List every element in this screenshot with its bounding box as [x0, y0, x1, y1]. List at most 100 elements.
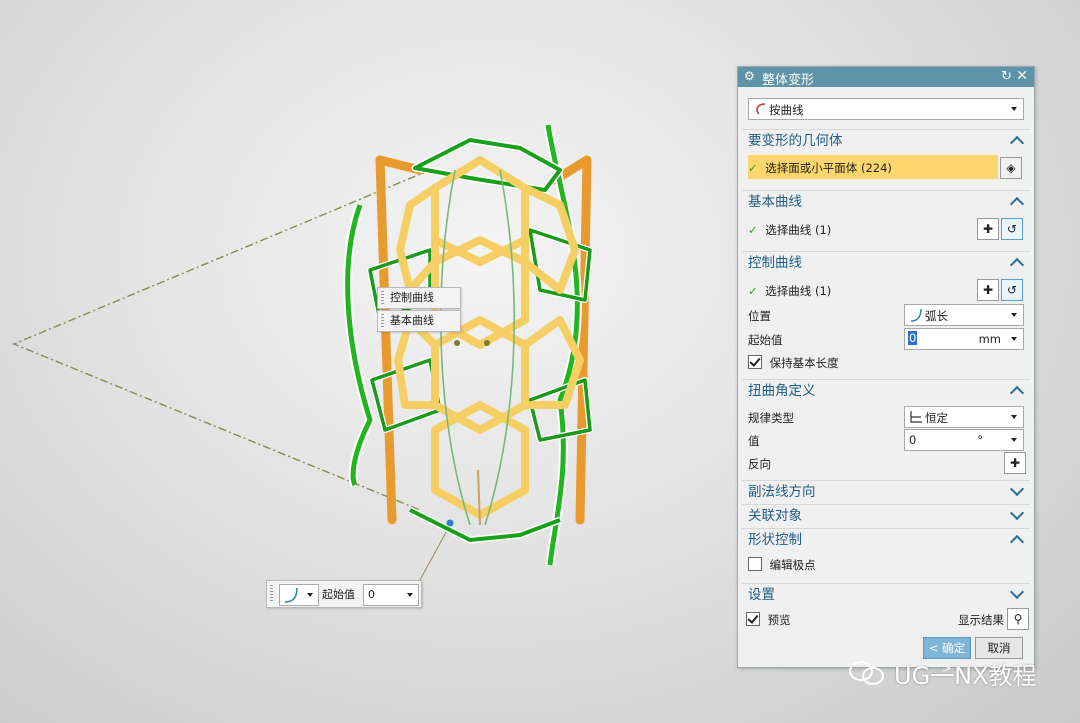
associated-section-header[interactable]: 关联对象 [742, 504, 1030, 527]
hex-lattice [394, 156, 584, 519]
associated-section: 关联对象 [742, 504, 1030, 526]
base-curve [440, 169, 471, 526]
chevron-up-icon [1009, 135, 1025, 151]
edit-poles-row[interactable]: 编辑极点 [748, 557, 816, 573]
chevron-up-icon [1009, 196, 1025, 212]
wechat-icon [849, 661, 884, 685]
start-value-select[interactable]: 0 [363, 584, 419, 606]
preview-label: 预览 [767, 613, 791, 627]
curve-select-icon[interactable]: ↺ [1001, 218, 1023, 240]
chevron-down-icon [1009, 481, 1025, 497]
start-value: 0 [368, 588, 375, 601]
start-value-minibar: 起始值 0 [266, 580, 422, 608]
drag-grip[interactable] [270, 585, 273, 603]
twist-section-header[interactable]: 扭曲角定义 [742, 379, 1030, 402]
base-curve-select-label: 选择曲线 (1) [765, 223, 832, 237]
edit-poles-label: 编辑极点 [769, 558, 816, 572]
twist-value-label: 值 [748, 434, 760, 448]
curve-point [484, 340, 490, 346]
leader-line [419, 524, 451, 581]
base-curve-section-title: 基本曲线 [748, 194, 802, 210]
law-type-value: 恒定 [925, 411, 948, 425]
magnifier-icon[interactable]: ⚲ [1007, 608, 1029, 630]
start-value-label: 起始值 [322, 588, 355, 601]
check-icon: ✓ [748, 223, 758, 237]
reset-icon[interactable]: ↻ [1001, 69, 1012, 84]
chevron-up-icon [1009, 534, 1025, 550]
check-icon: ✓ [748, 161, 758, 175]
chevron-down-icon [407, 593, 413, 597]
reverse-direction-icon[interactable]: ✚ [977, 218, 999, 240]
control-curve-select-label: 选择曲线 (1) [765, 284, 832, 298]
base-curve-section-header[interactable]: 基本曲线 [742, 190, 1030, 213]
settings-section: 设置 [742, 583, 1030, 605]
close-icon[interactable]: ✕ [1016, 68, 1028, 84]
control-curve-select-row[interactable]: ✓ 选择曲线 (1) [748, 283, 831, 299]
geometry-section: 要变形的几何体 ✓ 选择面或小平面体 (224) ◈ [742, 129, 1030, 187]
binormal-section: 副法线方向 [742, 480, 1030, 502]
chevron-down-icon [307, 593, 313, 597]
control-curve-tag-label: 控制曲线 [390, 291, 434, 304]
base-curve-section: 基本曲线 ✓ 选择曲线 (1) ✚ ↺ [742, 190, 1030, 248]
shape-control-section-header[interactable]: 形状控制 [742, 528, 1030, 551]
chevron-down-icon [1011, 415, 1017, 419]
law-type-select[interactable]: 恒定 [904, 406, 1024, 428]
shape-control-section: 形状控制 编辑极点 [742, 528, 1030, 578]
preview-checkbox[interactable] [746, 612, 760, 626]
curve-type-dropdown[interactable] [279, 584, 319, 606]
base-curve-tag: 基本曲线 [377, 310, 461, 332]
chevron-down-icon [1011, 337, 1017, 341]
curve-method-icon [756, 103, 766, 115]
start-value-unit: mm [978, 332, 1001, 346]
law-type-label: 规律类型 [748, 411, 794, 425]
edit-poles-checkbox[interactable] [748, 557, 762, 571]
settings-section-header[interactable]: 设置 [742, 583, 1030, 606]
reverse-direction-icon[interactable]: ✚ [1004, 452, 1026, 474]
position-select[interactable]: 弧长 [904, 304, 1024, 326]
position-value: 弧长 [925, 309, 948, 323]
chevron-down-icon [1009, 505, 1025, 521]
position-label: 位置 [748, 309, 771, 323]
control-curve [484, 169, 515, 526]
geometry-section-header[interactable]: 要变形的几何体 [742, 129, 1030, 152]
keep-length-label: 保持基本长度 [769, 356, 839, 370]
twist-section-title: 扭曲角定义 [748, 383, 816, 399]
twist-value-text: 0 [909, 433, 917, 447]
chevron-down-icon [1011, 313, 1017, 317]
preview-row[interactable]: 预览 [746, 612, 791, 628]
arc-length-icon [910, 308, 922, 322]
chevron-down-icon [1011, 107, 1017, 111]
base-curve-select-row[interactable]: ✓ 选择曲线 (1) [748, 222, 831, 238]
geometry-select-label: 选择面或小平面体 (224) [765, 161, 892, 175]
watermark-text: UG一NX教程 [894, 662, 1037, 690]
control-curve-tag: 控制曲线 [377, 287, 461, 309]
associated-section-title: 关联对象 [748, 508, 802, 524]
chevron-down-icon [1009, 584, 1025, 600]
chevron-down-icon [1011, 438, 1017, 442]
twist-section: 扭曲角定义 规律类型 恒定 值 0 ° 反向 ✚ [742, 379, 1030, 477]
gear-icon[interactable]: ⚙ [744, 69, 755, 83]
start-value-input[interactable]: 0 mm [904, 328, 1024, 350]
start-value-text: 0 [908, 331, 918, 345]
control-curve-section: 控制曲线 ✓ 选择曲线 (1) ✚ ↺ 位置 弧长 起始值 0 mm 保持基本长… [742, 251, 1030, 371]
curve-select-icon[interactable]: ↺ [1001, 279, 1023, 301]
shape-control-section-title: 形状控制 [748, 532, 802, 548]
reverse-direction-icon[interactable]: ✚ [977, 279, 999, 301]
twist-value-input[interactable]: 0 ° [904, 429, 1024, 451]
keep-length-checkbox[interactable] [748, 355, 762, 369]
global-deform-dialog: ⚙ 整体变形 ↻ ✕ 按曲线 要变形的几何体 ✓ 选择面或小平面体 (224) … [737, 66, 1035, 675]
settings-section-title: 设置 [748, 587, 775, 603]
method-select[interactable]: 按曲线 [748, 98, 1024, 120]
control-curve-section-title: 控制曲线 [748, 255, 802, 271]
facet-body-icon[interactable]: ◈ [1000, 157, 1022, 179]
binormal-section-header[interactable]: 副法线方向 [742, 480, 1030, 503]
arc-curve-icon [284, 587, 298, 603]
geometry-select-row[interactable]: ✓ 选择面或小平面体 (224) [748, 160, 892, 176]
constant-law-icon [910, 411, 922, 423]
control-curve-section-header[interactable]: 控制曲线 [742, 251, 1030, 274]
dialog-title: 整体变形 [762, 73, 815, 88]
keep-length-row[interactable]: 保持基本长度 [748, 355, 839, 371]
curve-point [454, 340, 460, 346]
check-icon: ✓ [748, 284, 758, 298]
geometry-section-title: 要变形的几何体 [748, 133, 843, 149]
